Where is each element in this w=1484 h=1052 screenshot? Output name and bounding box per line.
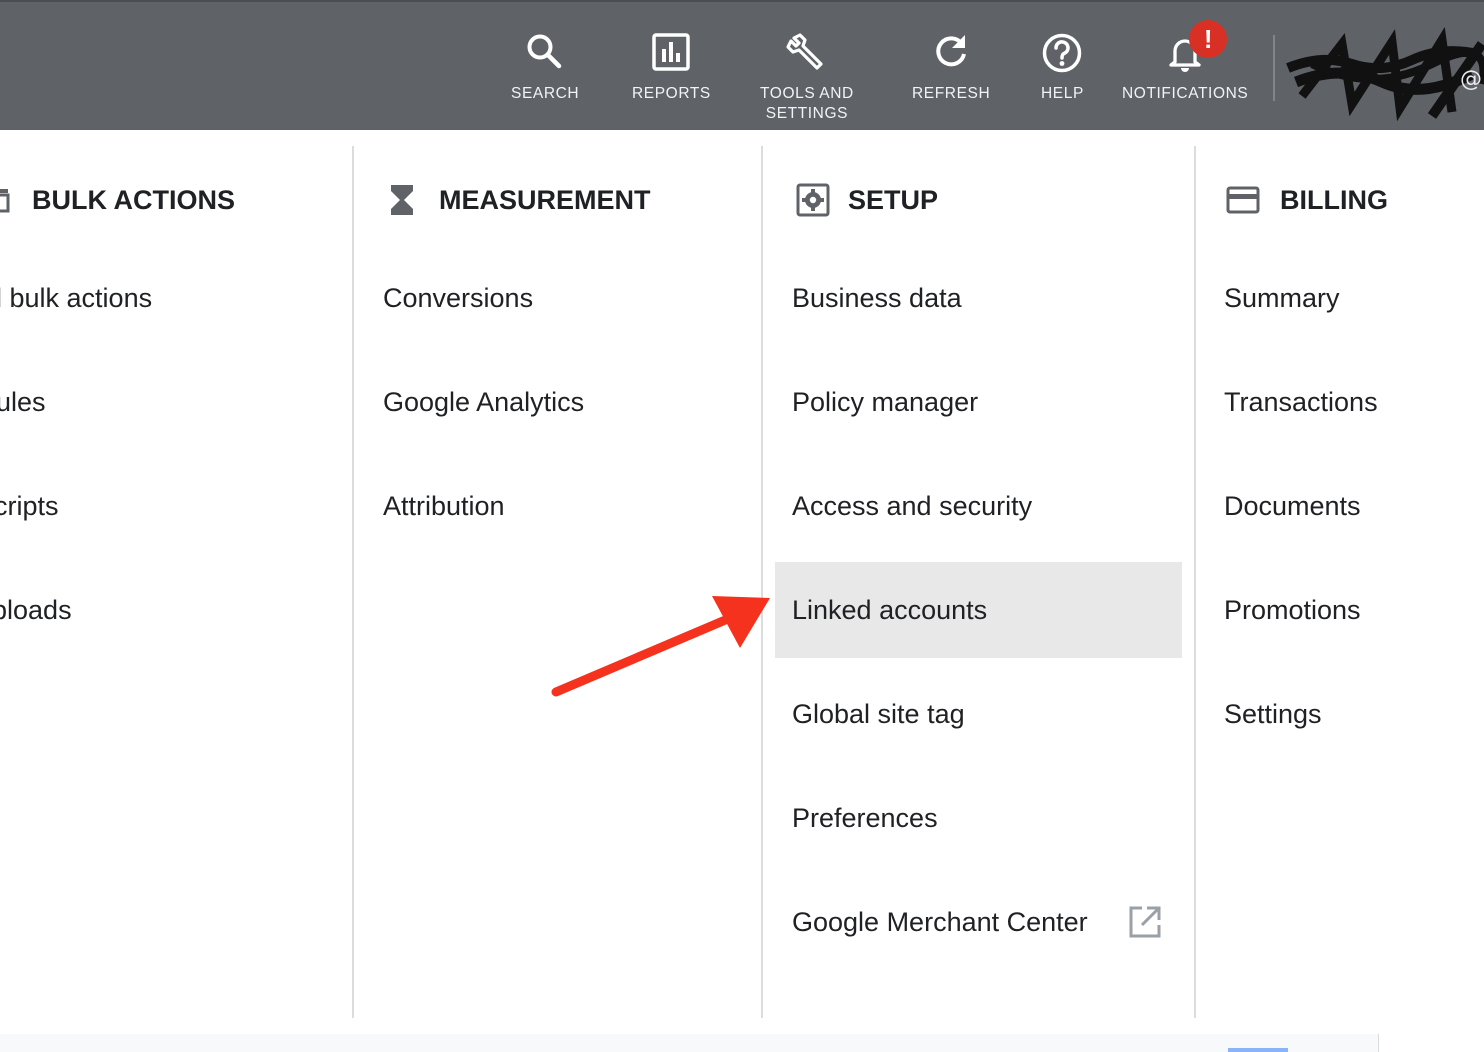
tools-and-settings-button[interactable]: TOOLS AND SETTINGS bbox=[760, 32, 854, 124]
setup-menu-item-policy-manager[interactable]: Policy manager bbox=[792, 382, 978, 422]
wrench-icon bbox=[786, 33, 823, 70]
billing-heading: BILLING bbox=[1226, 180, 1388, 220]
refresh-button[interactable]: REFRESH bbox=[912, 32, 990, 104]
bulk-actions-column: BULK ACTIONS l bulk actions ules cripts … bbox=[0, 130, 352, 1034]
page-background-below-menu bbox=[0, 1034, 1484, 1052]
setup-menu-item-linked-accounts[interactable]: Linked accounts bbox=[792, 590, 987, 630]
billing-column: BILLING Summary Transactions Documents P… bbox=[1224, 130, 1484, 1034]
help-button[interactable]: HELP bbox=[1041, 32, 1084, 104]
bulk-menu-item-uploads[interactable]: bloads bbox=[0, 590, 72, 630]
top-toolbar: SEARCH REPORTS TOOLS AND SETTINGS REFRES… bbox=[0, 0, 1484, 130]
partially-hidden-panel bbox=[1378, 1034, 1484, 1052]
billing-menu-item-transactions[interactable]: Transactions bbox=[1224, 382, 1378, 422]
bulk-actions-heading: BULK ACTIONS bbox=[0, 180, 235, 220]
column-divider bbox=[352, 146, 354, 1018]
billing-menu-item-documents[interactable]: Documents bbox=[1224, 486, 1361, 526]
help-label: HELP bbox=[1041, 85, 1084, 102]
redaction-scribble-icon: @ bbox=[1286, 27, 1484, 122]
credit-card-icon bbox=[1226, 186, 1260, 214]
setup-menu-item-business-data[interactable]: Business data bbox=[792, 278, 962, 318]
svg-text:@: @ bbox=[1460, 67, 1482, 92]
measurement-menu-item-google-analytics[interactable]: Google Analytics bbox=[383, 382, 584, 422]
setup-menu-item-global-site-tag[interactable]: Global site tag bbox=[792, 694, 965, 734]
measurement-heading: MEASUREMENT bbox=[389, 180, 651, 220]
bulk-menu-item-rules[interactable]: ules bbox=[0, 382, 46, 422]
bulk-actions-icon bbox=[0, 189, 10, 213]
setup-menu-item-google-merchant-center[interactable]: Google Merchant Center bbox=[792, 902, 1088, 942]
setup-column: SETUP Business data Policy manager Acces… bbox=[792, 130, 1194, 1034]
billing-menu-item-summary[interactable]: Summary bbox=[1224, 278, 1340, 318]
measurement-menu-item-conversions[interactable]: Conversions bbox=[383, 278, 533, 318]
notification-badge: ! bbox=[1189, 20, 1228, 58]
tools-and-settings-label: TOOLS AND SETTINGS bbox=[760, 85, 854, 122]
external-link-icon[interactable] bbox=[1128, 905, 1162, 939]
help-icon bbox=[1043, 33, 1082, 73]
reports-icon bbox=[652, 33, 691, 71]
toolbar-divider bbox=[1273, 35, 1275, 101]
setup-menu-item-preferences[interactable]: Preferences bbox=[792, 798, 938, 838]
measurement-menu-item-attribution[interactable]: Attribution bbox=[383, 486, 505, 526]
setup-heading: SETUP bbox=[796, 180, 938, 220]
search-label: SEARCH bbox=[511, 85, 580, 102]
account-info-redacted[interactable]: @ bbox=[1282, 24, 1484, 124]
bulk-menu-item-all-bulk-actions[interactable]: l bulk actions bbox=[0, 278, 152, 318]
billing-menu-item-promotions[interactable]: Promotions bbox=[1224, 590, 1361, 630]
bulk-menu-item-scripts[interactable]: cripts bbox=[0, 486, 59, 526]
refresh-icon bbox=[936, 35, 967, 67]
reports-button[interactable]: REPORTS bbox=[632, 32, 711, 104]
gear-box-icon bbox=[796, 183, 830, 217]
reports-label: REPORTS bbox=[632, 85, 711, 102]
search-icon bbox=[527, 34, 562, 69]
partially-hidden-link bbox=[1228, 1048, 1288, 1052]
search-button[interactable]: SEARCH bbox=[511, 32, 579, 104]
annotation-arrow-icon bbox=[551, 596, 770, 697]
notifications-label: NOTIFICATIONS bbox=[1122, 85, 1249, 102]
hourglass-icon bbox=[391, 185, 413, 215]
notifications-button[interactable]: ! NOTIFICATIONS bbox=[1122, 20, 1249, 104]
column-divider bbox=[1194, 146, 1196, 1018]
refresh-label: REFRESH bbox=[912, 85, 991, 102]
billing-menu-item-settings[interactable]: Settings bbox=[1224, 694, 1322, 734]
setup-menu-item-access-and-security[interactable]: Access and security bbox=[792, 486, 1032, 526]
